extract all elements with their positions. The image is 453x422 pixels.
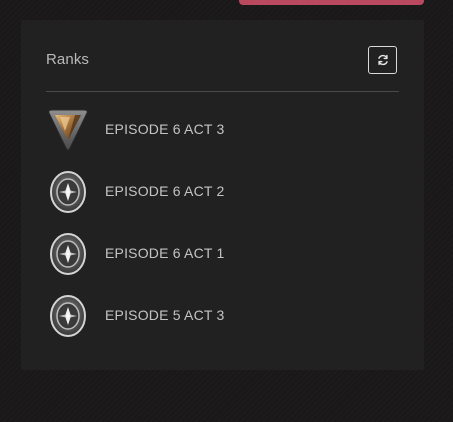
refresh-button[interactable]: [368, 46, 397, 74]
silver-rank-icon: [50, 171, 86, 213]
rank-label: EPISODE 5 ACT 3: [105, 307, 225, 323]
rank-row: EPISODE 6 ACT 1: [46, 228, 399, 278]
rank-label: EPISODE 6 ACT 2: [105, 183, 225, 199]
ranks-title: Ranks: [46, 51, 90, 68]
rank-label: EPISODE 6 ACT 3: [105, 121, 225, 137]
rank-row: EPISODE 6 ACT 3: [46, 104, 399, 154]
rank-row: EPISODE 5 ACT 3: [46, 290, 399, 340]
silver-rank-icon: [50, 295, 86, 337]
rank-row: EPISODE 6 ACT 2: [46, 166, 399, 216]
silver-rank-icon: [50, 233, 86, 275]
triangle-rank-icon: [48, 109, 88, 151]
top-action-button[interactable]: [239, 0, 424, 5]
divider: [46, 91, 399, 92]
refresh-icon: [377, 54, 388, 66]
ranks-card: Ranks EPISODE 6 ACT 3 EPISODE 6 ACT 2 EP…: [21, 20, 424, 370]
rank-label: EPISODE 6 ACT 1: [105, 245, 225, 261]
